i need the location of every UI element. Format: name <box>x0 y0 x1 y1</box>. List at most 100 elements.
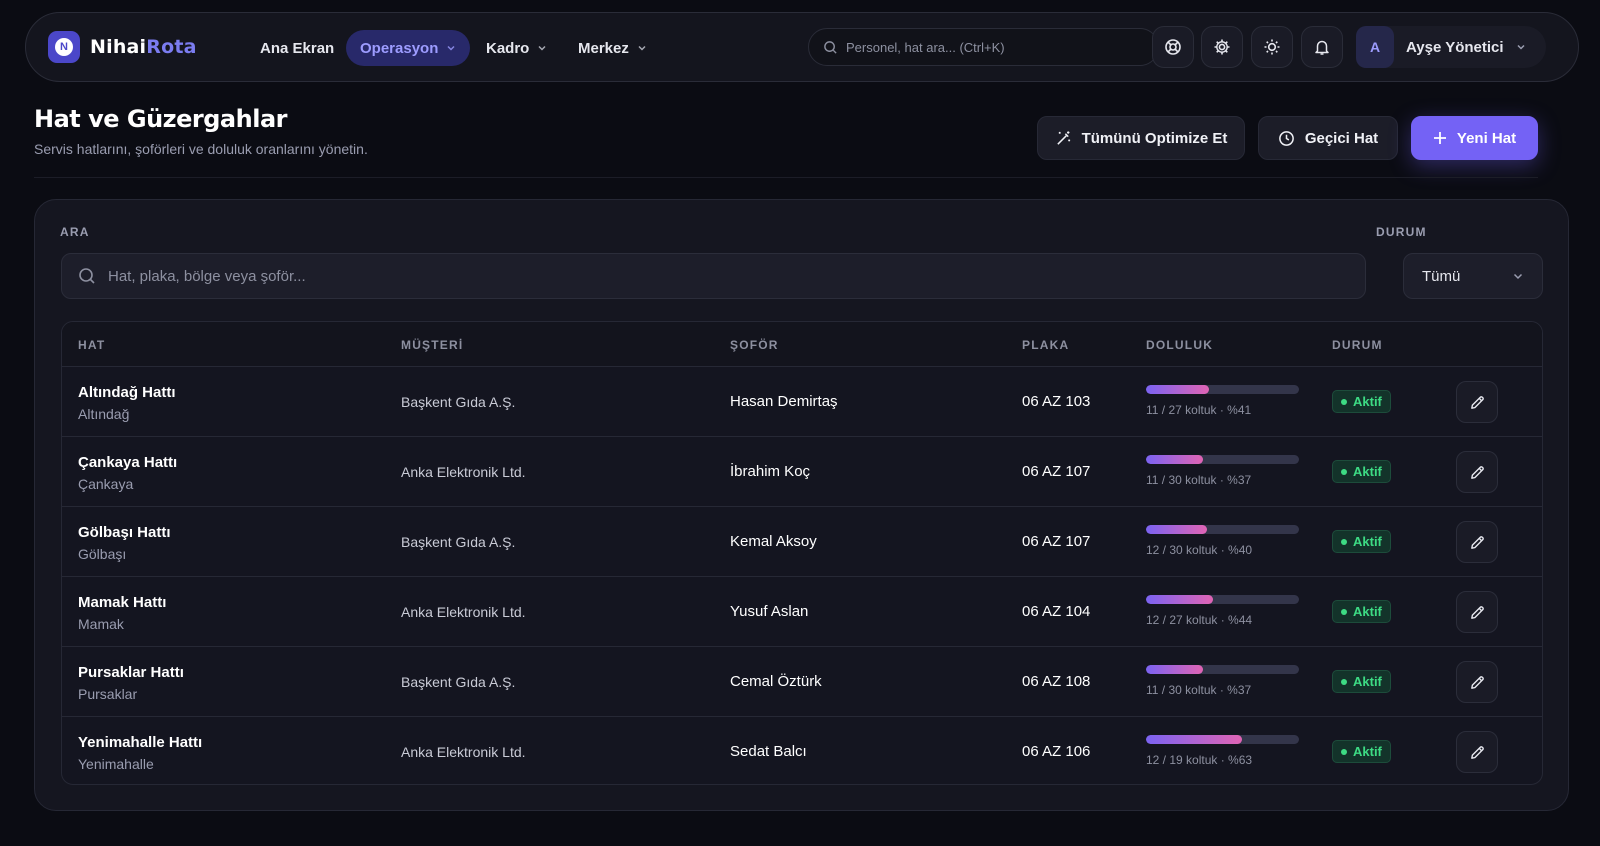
brand-name[interactable]: NihaiRota <box>90 36 197 58</box>
status-dot-icon <box>1341 398 1347 405</box>
line-region: Çankaya <box>78 476 134 492</box>
edit-line-button[interactable] <box>1456 381 1498 423</box>
status-badge: Aktif <box>1332 670 1391 693</box>
nav-item-operasyon[interactable]: Operasyon <box>346 30 471 66</box>
column-header-hat: HAT <box>78 338 106 352</box>
status-dot-icon <box>1341 678 1347 685</box>
edit-line-button[interactable] <box>1456 661 1498 703</box>
nav-item-label: Kadro <box>486 39 530 57</box>
occupancy-text: 12 / 30 koltuk · %40 <box>1146 543 1253 557</box>
line-search-placeholder: Hat, plaka, bölge veya şoför... <box>108 267 306 285</box>
notifications-button[interactable] <box>1301 26 1343 68</box>
table-row[interactable]: Pursaklar Hattı Pursaklar Başkent Gıda A.Ş… <box>62 647 1542 717</box>
occupancy-bar-fill <box>1146 735 1243 744</box>
line-name[interactable]: Çankaya Hattı <box>78 454 177 471</box>
table-body: Altındağ Hattı Altındağ Başkent Gıda A.Ş. H… <box>62 367 1542 784</box>
customer-name: Başkent Gıda A.Ş. <box>401 534 516 550</box>
chevron-down-icon <box>1516 42 1526 52</box>
driver-name: Sedat Balcı <box>730 743 807 760</box>
driver-name: Cemal Öztürk <box>730 673 822 690</box>
line-name[interactable]: Pursaklar Hattı <box>78 664 184 681</box>
pencil-icon <box>1469 604 1486 621</box>
settings-button[interactable] <box>1201 26 1243 68</box>
user-menu[interactable]: A Ayşe Yönetici <box>1356 26 1546 68</box>
status-badge: Aktif <box>1332 600 1391 623</box>
driver-name: Kemal Aksoy <box>730 533 817 550</box>
table-row[interactable]: Gölbaşı Hattı Gölbaşı Başkent Gıda A.Ş. Kem… <box>62 507 1542 577</box>
status-badge-label: Aktif <box>1353 604 1382 619</box>
logo-letter: N <box>55 38 73 56</box>
line-name[interactable]: Mamak Hattı <box>78 594 166 611</box>
table-header: HAT MÜŞTERİ ŞOFÖR PLAKA DOLULUK DURUM <box>62 322 1542 367</box>
pencil-icon <box>1469 394 1486 411</box>
customer-name: Anka Elektronik Ltd. <box>401 464 526 480</box>
pencil-icon <box>1469 534 1486 551</box>
column-header-doluluk: DOLULUK <box>1146 338 1214 352</box>
line-region: Yenimahalle <box>78 756 154 772</box>
status-badge: Aktif <box>1332 530 1391 553</box>
occupancy-bar-fill <box>1146 525 1208 534</box>
theme-toggle-button[interactable] <box>1251 26 1293 68</box>
edit-line-button[interactable] <box>1456 451 1498 493</box>
header-divider <box>34 177 1538 178</box>
plate-number: 06 AZ 103 <box>1022 393 1091 410</box>
customer-name: Anka Elektronik Ltd. <box>401 744 526 760</box>
pencil-icon <box>1469 674 1486 691</box>
nav-item-ana-ekran[interactable]: Ana Ekran <box>246 30 348 66</box>
status-filter-select[interactable]: Tümü <box>1403 253 1543 299</box>
status-dot-icon <box>1341 608 1347 615</box>
line-name[interactable]: Altındağ Hattı <box>78 384 176 401</box>
status-badge: Aktif <box>1332 740 1391 763</box>
nav-item-kadro[interactable]: Kadro <box>472 30 561 66</box>
table-row[interactable]: Yenimahalle Hattı Yenimahalle Anka Elektro… <box>62 717 1542 784</box>
edit-line-button[interactable] <box>1456 591 1498 633</box>
nav-item-merkez[interactable]: Merkez <box>564 30 661 66</box>
chevron-down-icon <box>1512 270 1524 282</box>
occupancy-bar <box>1146 385 1299 394</box>
chevron-down-icon <box>446 43 456 53</box>
search-icon <box>78 267 96 285</box>
occupancy-bar-fill <box>1146 455 1203 464</box>
edit-line-button[interactable] <box>1456 731 1498 773</box>
line-region: Pursaklar <box>78 686 138 702</box>
line-name[interactable]: Yenimahalle Hattı <box>78 734 202 751</box>
magic-wand-icon <box>1055 130 1072 147</box>
table-row[interactable]: Çankaya Hattı Çankaya Anka Elektronik Ltd.… <box>62 437 1542 507</box>
optimize-all-button[interactable]: Tümünü Optimize Et <box>1037 116 1245 160</box>
optimize-all-label: Tümünü Optimize Et <box>1081 129 1228 147</box>
occupancy-text: 12 / 19 koltuk · %63 <box>1146 753 1253 767</box>
status-dot-icon <box>1341 538 1347 545</box>
avatar: A <box>1356 26 1394 68</box>
line-region: Gölbaşı <box>78 546 127 562</box>
table-row[interactable]: Altındağ Hattı Altındağ Başkent Gıda A.Ş. H… <box>62 367 1542 437</box>
top-navbar: N NihaiRota Ana Ekran Operasyon Kadro Me… <box>25 12 1579 82</box>
nav-item-label: Merkez <box>578 39 629 57</box>
support-button[interactable] <box>1152 26 1194 68</box>
occupancy-bar-fill <box>1146 385 1209 394</box>
occupancy-bar-fill <box>1146 595 1214 604</box>
customer-name: Anka Elektronik Ltd. <box>401 604 526 620</box>
status-badge: Aktif <box>1332 460 1391 483</box>
edit-line-button[interactable] <box>1456 521 1498 563</box>
temporary-line-button[interactable]: Geçici Hat <box>1258 116 1398 160</box>
table-row[interactable]: Mamak Hattı Mamak Anka Elektronik Ltd. Yusu… <box>62 577 1542 647</box>
line-name[interactable]: Gölbaşı Hattı <box>78 524 171 541</box>
driver-name: Hasan Demirtaş <box>730 393 838 410</box>
brand-part-1: Nihai <box>90 36 147 58</box>
plate-number: 06 AZ 108 <box>1022 673 1091 690</box>
logo-icon[interactable]: N <box>48 31 80 63</box>
occupancy-bar <box>1146 665 1299 674</box>
status-badge-label: Aktif <box>1353 464 1382 479</box>
bell-icon <box>1313 38 1331 56</box>
column-header-plaka: PLAKA <box>1022 338 1070 352</box>
status-badge-label: Aktif <box>1353 534 1382 549</box>
global-search-input[interactable]: Personel, hat ara... (Ctrl+K) <box>808 28 1159 66</box>
sun-icon <box>1263 38 1281 56</box>
customer-name: Başkent Gıda A.Ş. <box>401 394 516 410</box>
line-search-input[interactable]: Hat, plaka, bölge veya şoför... <box>61 253 1366 299</box>
new-line-button[interactable]: Yeni Hat <box>1411 116 1538 160</box>
chevron-down-icon <box>637 43 647 53</box>
occupancy-bar <box>1146 455 1299 464</box>
plate-number: 06 AZ 107 <box>1022 533 1091 550</box>
user-name: Ayşe Yönetici <box>1406 38 1504 56</box>
